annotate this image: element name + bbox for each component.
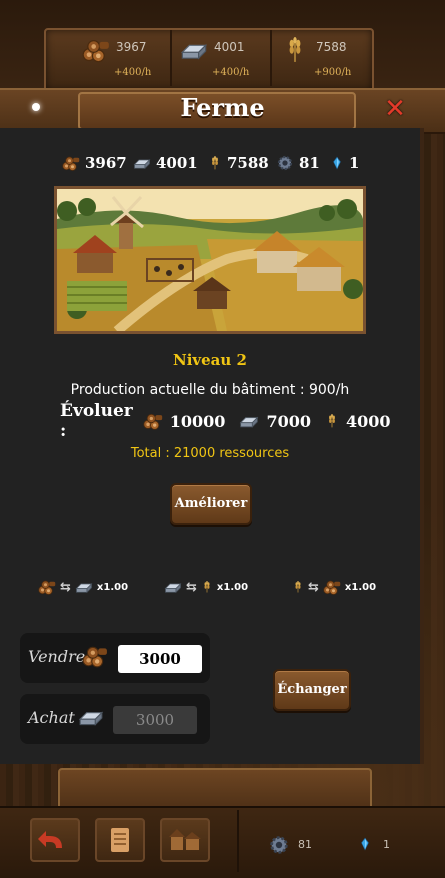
counter-crystal: 1	[330, 153, 359, 173]
bottom-plate	[58, 768, 372, 810]
building-level: Niveau 2	[173, 351, 247, 369]
counter-iron: 4001	[133, 153, 198, 173]
rate-iron-wheat: ⇆ x1.00	[164, 578, 248, 596]
crystal-icon	[330, 154, 344, 172]
farm-illustration	[54, 186, 366, 334]
cost-wood: 10000	[143, 411, 226, 431]
counter-wood-value: 3967	[85, 154, 127, 172]
bottom-crystal-value: 1	[383, 838, 390, 851]
counter-wheat-value: 7588	[227, 154, 269, 172]
scroll-icon	[111, 828, 129, 852]
cost-iron: 7000	[239, 411, 311, 431]
wood-logs-icon	[62, 154, 80, 172]
cost-wood-value: 10000	[169, 411, 226, 431]
wheat-icon	[201, 578, 213, 596]
wood-logs-icon[interactable]	[80, 643, 110, 669]
close-button[interactable]: ✕	[382, 96, 408, 122]
counter-wood: 3967	[62, 153, 127, 173]
rate-value: x1.00	[96, 581, 129, 593]
wheat-icon	[282, 36, 308, 64]
topbar-iron-rate: +400/h	[212, 67, 250, 78]
buildings-icon	[169, 829, 201, 850]
exchange-rates: ⇆ x1.00 ⇆ x1.00 ⇆ x1.00	[0, 578, 420, 598]
page-title: Ferme	[180, 93, 265, 122]
wheat-icon	[208, 154, 222, 172]
back-button[interactable]	[30, 818, 80, 862]
counter-crystal-value: 1	[349, 154, 360, 172]
buy-label: Achat	[28, 708, 75, 727]
iron-ingot-icon	[180, 36, 208, 64]
rate-wood-iron: ⇆ x1.00	[38, 578, 128, 596]
upgrade-cost-label: Évoluer :	[60, 401, 133, 441]
swap-icon: ⇆	[60, 579, 71, 595]
counter-iron-value: 4001	[156, 154, 198, 172]
iron-ingot-icon	[133, 154, 151, 172]
rate-value: x1.00	[344, 581, 377, 593]
divider	[170, 30, 172, 86]
gear-icon	[268, 834, 290, 856]
counter-gear-value: 81	[299, 154, 320, 172]
wood-logs-icon	[143, 411, 163, 431]
topbar-wood-rate: +400/h	[114, 67, 152, 78]
counter-gear: 81	[276, 153, 320, 173]
divider	[237, 810, 239, 872]
wheat-icon	[292, 578, 304, 596]
iron-ingot-icon[interactable]	[76, 704, 106, 730]
wood-logs-icon	[38, 578, 56, 596]
topbar-iron: 4001 +400/h	[174, 30, 270, 86]
sell-amount-input[interactable]	[118, 645, 202, 673]
buy-amount-input	[113, 706, 197, 734]
village-button[interactable]	[160, 818, 210, 862]
sell-label: Vendre	[28, 647, 86, 666]
farm-scene-image	[57, 189, 363, 331]
topbar-wood: 3967 +400/h	[76, 30, 172, 86]
swap-icon: ⇆	[186, 579, 197, 595]
topbar-iron-value: 4001	[214, 40, 245, 54]
rate-wheat-wood: ⇆ x1.00	[292, 578, 376, 596]
topbar-wheat-rate: +900/h	[314, 67, 352, 78]
bottom-gear-value: 81	[298, 838, 312, 851]
wood-logs-icon	[82, 36, 110, 64]
total-cost: Total : 21000 ressources	[130, 446, 290, 461]
resource-topbar: 3967 +400/h 4001 +400/h 7588 +900/h	[0, 0, 445, 94]
production-text: Production actuelle du bâtiment : 900/h	[70, 382, 350, 398]
topbar-wheat: 7588 +900/h	[276, 30, 372, 86]
rate-value: x1.00	[216, 581, 249, 593]
upgrade-cost-row: Évoluer : 10000 7000 4000	[60, 401, 391, 441]
cost-wheat: 4000	[325, 411, 391, 431]
exchange-button[interactable]: Échanger	[273, 669, 351, 711]
cost-iron-value: 7000	[266, 411, 311, 431]
swap-icon: ⇆	[308, 579, 319, 595]
close-icon: ✕	[384, 94, 406, 124]
topbar-wheat-value: 7588	[316, 40, 347, 54]
divider	[270, 30, 272, 86]
iron-ingot-icon	[75, 578, 93, 596]
counter-wheat: 7588	[208, 153, 269, 173]
crystal-icon	[358, 834, 372, 854]
iron-ingot-icon	[239, 411, 259, 431]
back-arrow-icon	[38, 831, 62, 848]
resource-counters: 3967 4001 7588 81 1	[0, 153, 420, 173]
iron-ingot-icon	[164, 578, 182, 596]
gear-icon	[276, 154, 294, 172]
wood-logs-icon	[323, 578, 341, 596]
wheat-icon	[325, 411, 339, 431]
cost-wheat-value: 4000	[345, 411, 391, 431]
upgrade-button[interactable]: Améliorer	[170, 483, 252, 525]
topbar-wood-value: 3967	[116, 40, 147, 54]
quests-button[interactable]	[95, 818, 145, 862]
